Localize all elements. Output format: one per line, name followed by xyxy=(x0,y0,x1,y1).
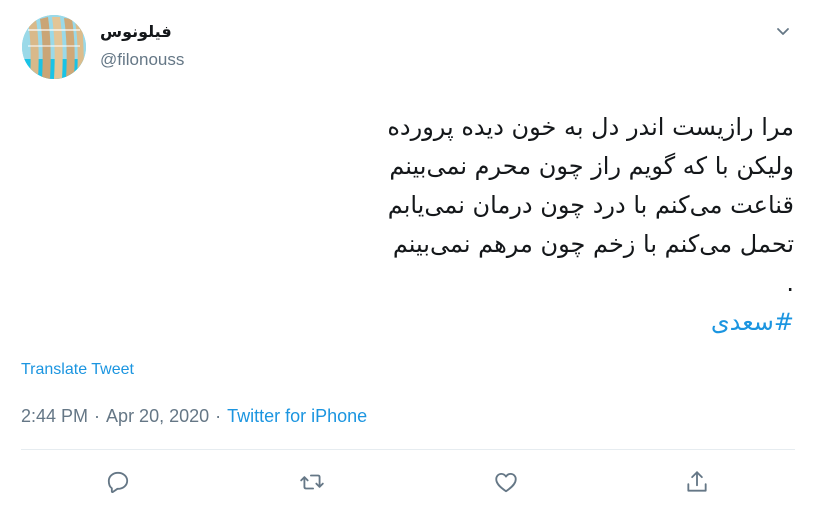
heart-icon xyxy=(495,472,517,493)
hashtag-link[interactable]: #سعدی xyxy=(174,303,794,342)
tweet-line: قناعت می‌کنم با درد چون درمان نمی‌یابم xyxy=(387,191,794,219)
avatar-image xyxy=(22,15,86,79)
share-button[interactable] xyxy=(681,466,713,498)
reply-button[interactable] xyxy=(102,466,134,498)
share-icon xyxy=(687,471,707,492)
tweet-line: تحمل می‌کنم با زخم چون مرهم نمی‌بینم xyxy=(392,230,794,258)
tweet-line: . xyxy=(786,269,794,297)
tweet-menu-button[interactable] xyxy=(770,18,796,44)
tweet-date[interactable]: Apr 20, 2020 xyxy=(106,406,209,426)
retweet-icon xyxy=(300,474,324,490)
reply-icon xyxy=(107,471,129,494)
tweet-line: مرا رازیست اندر دل به خون دیده پرورده xyxy=(387,113,794,141)
tweet-line: ولیکن با که گویم راز چون محرم نمی‌بینم xyxy=(389,152,794,180)
translate-tweet-link[interactable]: Translate Tweet xyxy=(21,361,134,379)
tweet-meta: 2:44 PM · Apr 20, 2020 · Twitter for iPhone xyxy=(21,406,367,427)
meta-separator: · xyxy=(215,406,222,426)
display-name[interactable]: فیلونوس xyxy=(100,22,172,41)
meta-separator: · xyxy=(94,406,101,426)
user-handle[interactable]: @filonouss xyxy=(100,50,184,70)
chevron-down-icon xyxy=(777,28,789,35)
tweet-text: مرا رازیست اندر دل به خون دیده پرورده ول… xyxy=(174,108,794,342)
like-button[interactable] xyxy=(490,466,522,498)
avatar[interactable] xyxy=(22,15,86,79)
tweet-time[interactable]: 2:44 PM xyxy=(21,406,88,426)
divider xyxy=(21,449,795,450)
tweet-source-link[interactable]: Twitter for iPhone xyxy=(227,406,367,426)
retweet-button[interactable] xyxy=(296,466,328,498)
